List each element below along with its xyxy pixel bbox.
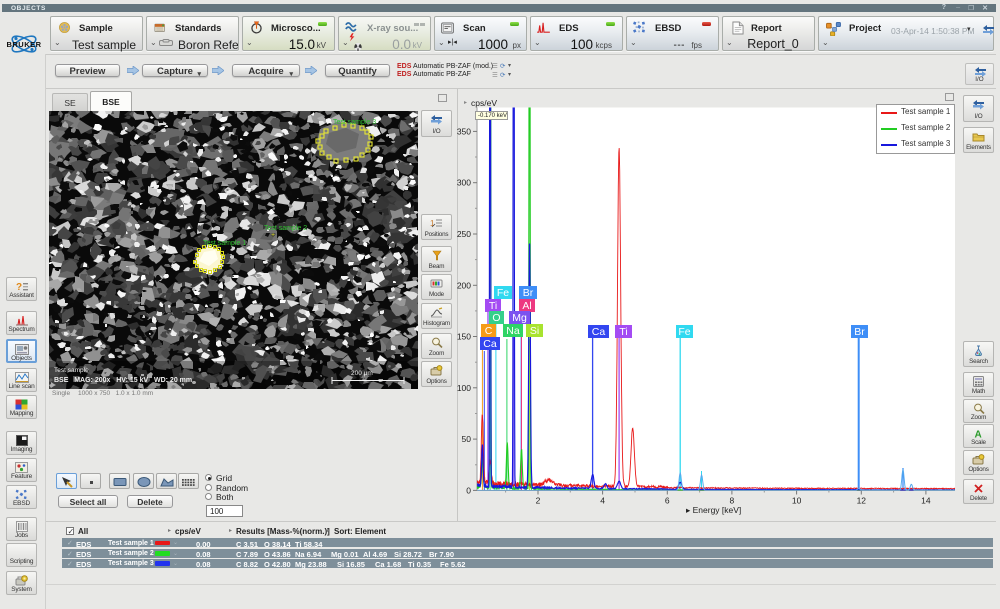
svg-text:6: 6 bbox=[665, 496, 670, 506]
svg-text:Test sample 3: Test sample 3 bbox=[333, 119, 376, 126]
svg-text:150: 150 bbox=[457, 332, 471, 342]
svg-text:O: O bbox=[492, 312, 500, 324]
svg-text:Br: Br bbox=[854, 326, 865, 338]
svg-text:BSE MAG: 200x HV: 15 kV: BSE MAG: 200x HV: 15 kV WD: 20 mm bbox=[54, 377, 192, 384]
svg-text:A: A bbox=[975, 430, 982, 440]
svg-text:50: 50 bbox=[462, 434, 472, 444]
svg-text:200: 200 bbox=[457, 280, 471, 290]
svg-text:14: 14 bbox=[921, 496, 931, 506]
svg-text:+: + bbox=[271, 232, 275, 239]
svg-text:100: 100 bbox=[457, 383, 471, 393]
svg-text:2: 2 bbox=[536, 496, 541, 506]
svg-text:Ca: Ca bbox=[483, 338, 497, 350]
svg-text:0: 0 bbox=[466, 485, 471, 495]
svg-text:?: ? bbox=[16, 282, 22, 292]
svg-text:350: 350 bbox=[457, 126, 471, 136]
svg-text:C: C bbox=[485, 325, 493, 337]
svg-text:Si: Si bbox=[530, 325, 539, 337]
svg-text:Fe: Fe bbox=[678, 326, 690, 338]
svg-text:Test sample: Test sample bbox=[54, 367, 89, 374]
svg-text:250: 250 bbox=[457, 229, 471, 239]
svg-text:Ca: Ca bbox=[592, 326, 606, 338]
svg-text:Ti: Ti bbox=[489, 300, 497, 312]
svg-text:Br: Br bbox=[523, 287, 534, 299]
svg-text:Na: Na bbox=[506, 325, 520, 337]
svg-text:4: 4 bbox=[600, 496, 605, 506]
svg-text:200 µm: 200 µm bbox=[351, 370, 373, 377]
svg-text:BRUKER: BRUKER bbox=[6, 40, 41, 49]
svg-text:Mg: Mg bbox=[512, 312, 527, 324]
svg-text:Ti: Ti bbox=[619, 326, 627, 338]
svg-text:Test sample 1: Test sample 1 bbox=[203, 240, 246, 247]
svg-text:Fe: Fe bbox=[497, 287, 509, 299]
svg-text:8: 8 bbox=[730, 496, 735, 506]
svg-text:Test sample 2: Test sample 2 bbox=[264, 225, 307, 232]
svg-text:12: 12 bbox=[857, 496, 867, 506]
svg-text:Al: Al bbox=[522, 300, 531, 312]
svg-text:300: 300 bbox=[457, 178, 471, 188]
svg-text:▸ Energy [keV]: ▸ Energy [keV] bbox=[686, 505, 741, 515]
svg-text:10: 10 bbox=[792, 496, 802, 506]
